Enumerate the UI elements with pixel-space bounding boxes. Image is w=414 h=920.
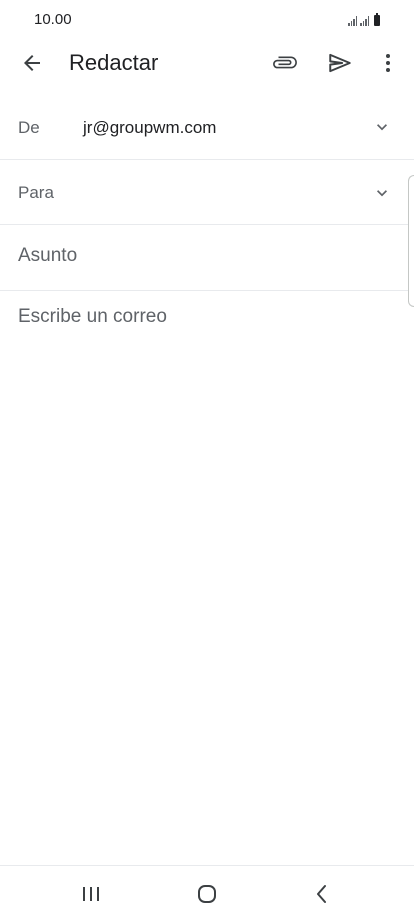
nav-back-icon <box>317 885 326 903</box>
signal-icon-2 <box>360 16 369 26</box>
home-button[interactable] <box>187 878 227 910</box>
nav-back-button[interactable] <box>302 878 342 910</box>
attach-button[interactable] <box>265 43 305 83</box>
battery-icon <box>374 13 380 26</box>
to-label: Para <box>18 183 54 202</box>
chevron-down-icon <box>377 124 387 131</box>
back-button[interactable] <box>12 43 52 83</box>
signal-icon <box>348 16 357 26</box>
chevron-down-icon <box>377 190 387 197</box>
subject-field <box>0 225 414 291</box>
send-icon <box>329 53 351 73</box>
send-button[interactable] <box>320 43 360 83</box>
app-bar: Redactar <box>0 40 414 88</box>
from-field[interactable]: De jr@groupwm.com <box>0 96 414 160</box>
scroll-handle[interactable] <box>408 175 414 307</box>
status-bar: 10.00 <box>0 0 414 40</box>
recents-icon <box>83 887 99 901</box>
status-time: 10.00 <box>34 11 72 28</box>
from-expand-button[interactable] <box>372 117 392 137</box>
body-input[interactable] <box>18 306 394 826</box>
more-vert-icon <box>386 54 390 72</box>
from-value: jr@groupwm.com <box>83 118 217 137</box>
compose-screen: 10.00 Redactar De jr@groupwm.com Para As… <box>0 0 414 920</box>
home-icon <box>198 885 216 903</box>
status-icons <box>348 12 380 26</box>
more-options-button[interactable] <box>368 43 408 83</box>
arrow-back-icon <box>24 55 40 71</box>
paperclip-icon <box>273 56 297 69</box>
page-title: Redactar <box>69 50 159 75</box>
to-field[interactable]: Para <box>0 160 414 225</box>
to-expand-button[interactable] <box>372 183 392 203</box>
recents-button[interactable] <box>71 878 111 910</box>
system-nav-bar <box>0 865 414 920</box>
from-label: De <box>18 118 40 137</box>
subject-input[interactable] <box>18 245 378 267</box>
